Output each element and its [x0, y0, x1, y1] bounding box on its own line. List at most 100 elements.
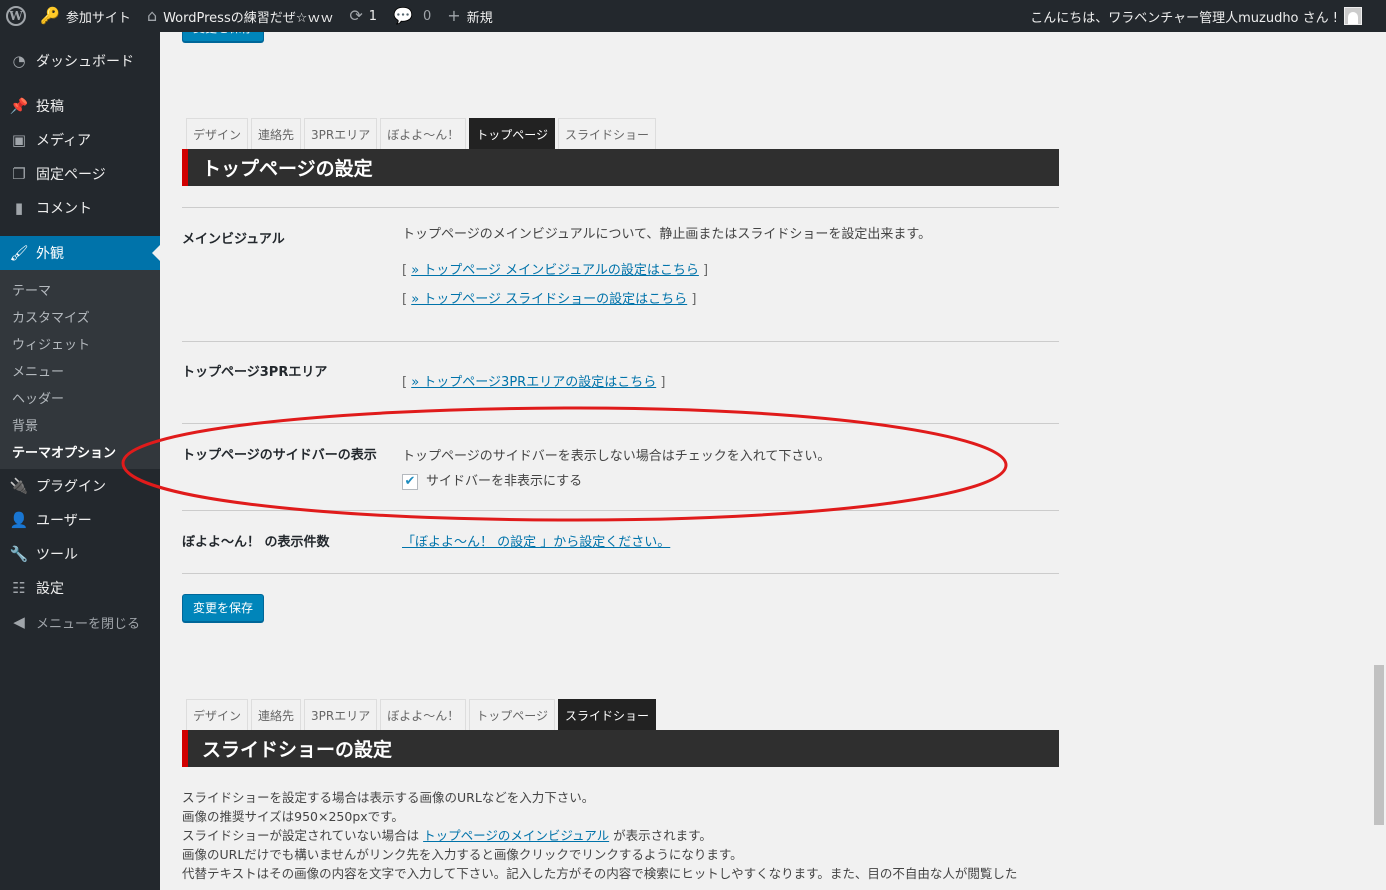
sites-key-icon: 🔑	[40, 6, 60, 25]
scrollbar-thumb[interactable]	[1374, 665, 1384, 825]
tab-design[interactable]: デザイン	[186, 699, 249, 730]
site-name-menu[interactable]: ⌂ WordPressの練習だぜ☆ｗｗ	[139, 0, 341, 32]
sidebar-item-label: プラグイン	[36, 479, 106, 495]
tab-slideshow[interactable]: スライドショー	[558, 699, 657, 730]
wordpress-logo-menu[interactable]: W	[0, 0, 32, 32]
sidebar-item-posts[interactable]: 📌 投稿	[0, 89, 160, 123]
pr-area-link-line: [ » トップページ3PRエリアの設定はこちら ]	[402, 375, 666, 390]
submenu-item-themes[interactable]: テーマ	[0, 276, 160, 303]
my-sites-label: 参加サイト	[65, 10, 131, 26]
tab-boyoyon[interactable]: ぼよよ～ん！	[380, 118, 467, 149]
hide-sidebar-checkbox-label[interactable]: サイドバーを非表示にする	[426, 471, 582, 493]
tab-design[interactable]: デザイン	[186, 118, 249, 149]
wrench-icon: 🔧	[9, 545, 29, 563]
row-body-main-visual: トップページのメインビジュアルについて、静止画またはスライドショーを設定出来ます…	[402, 224, 1052, 311]
save-changes-button[interactable]: 変更を保存	[182, 594, 265, 622]
section-title-top-page: トップページの設定	[182, 149, 1059, 186]
sidebar-item-label: コメント	[36, 201, 92, 217]
sidebar-item-comments[interactable]: ▮ コメント	[0, 191, 160, 225]
tab-3pr-area[interactable]: 3PRエリア	[304, 699, 378, 730]
row-body-3pr-area: [ » トップページ3PRエリアの設定はこちら ]	[402, 372, 1052, 394]
updates-menu[interactable]: ⟳ 1	[341, 0, 385, 32]
main-visual-link-line-1: [ » トップページ メインビジュアルの設定はこちら ]	[402, 263, 709, 278]
new-content-menu[interactable]: + 新規	[439, 0, 500, 32]
sidebar-item-pages[interactable]: ❐ 固定ページ	[0, 157, 160, 191]
row-sidebar-display: トップページのサイドバーの表示 トップページのサイドバーを表示しない場合はチェッ…	[182, 423, 1059, 510]
my-sites-menu[interactable]: 🔑 参加サイト	[32, 0, 139, 32]
plugin-icon: 🔌	[9, 477, 29, 495]
page-scrollbar[interactable]	[1372, 32, 1386, 890]
new-label: 新規	[466, 10, 493, 26]
appearance-submenu: テーマ カスタマイズ ウィジェット メニュー ヘッダー 背景 テーマオプション	[0, 270, 160, 469]
main-visual-settings-link[interactable]: » トップページ メインビジュアルの設定はこちら	[411, 263, 699, 278]
pushpin-icon: 📌	[9, 97, 29, 115]
boyoyon-settings-link[interactable]: 「ぼよよ～ん！ の設定 」から設定ください。	[402, 535, 670, 550]
sidebar-item-settings[interactable]: ☷ 設定	[0, 571, 160, 605]
sidebar-item-label: 固定ページ	[36, 167, 106, 183]
my-account-menu[interactable]: こんにちは、ワラベンチャー管理人muzudho さん !	[1022, 0, 1386, 32]
row-body-boyoyon-count: 「ぼよよ～ん！ の設定 」から設定ください。	[402, 532, 1052, 554]
options-tabs-bottom: デザイン 連絡先 3PRエリア ぼよよ～ん！ トップページ スライドショー	[186, 699, 657, 730]
tab-contact[interactable]: 連絡先	[251, 118, 302, 149]
sidebar-item-tools[interactable]: 🔧 ツール	[0, 537, 160, 571]
tab-3pr-area[interactable]: 3PRエリア	[304, 118, 378, 149]
comment-bubble-icon: 💬	[393, 6, 413, 25]
submenu-item-customize[interactable]: カスタマイズ	[0, 303, 160, 330]
main-visual-link-line-2: [ » トップページ スライドショーの設定はこちら ]	[402, 292, 697, 307]
submenu-item-theme-options[interactable]: テーマオプション	[0, 438, 160, 465]
admin-bar: W 🔑 参加サイト ⌂ WordPressの練習だぜ☆ｗｗ ⟳ 1 💬 0 + …	[0, 0, 1386, 32]
slideshow-settings-link[interactable]: » トップページ スライドショーの設定はこちら	[411, 292, 687, 307]
tab-top-page[interactable]: トップページ	[469, 699, 556, 730]
home-icon: ⌂	[146, 6, 158, 25]
submenu-item-menus[interactable]: メニュー	[0, 357, 160, 384]
slideshow-description: スライドショーを設定する場合は表示する画像のURLなどを入力下さい。 画像の推奨…	[182, 788, 1059, 883]
row-main-visual: メインビジュアル トップページのメインビジュアルについて、静止画またはスライドシ…	[182, 207, 1059, 341]
avatar	[1344, 7, 1362, 25]
sidebar-display-description: トップページのサイドバーを表示しない場合はチェックを入れて下さい。	[402, 449, 831, 464]
slideshow-desc-line: 画像のURLだけでも構いませんがリンク先を入力すると画像クリックでリンクするよう…	[182, 847, 743, 862]
sidebar-item-label: 外観	[36, 246, 64, 262]
row-boyoyon-count: ぼよよ～ん！ の表示件数 「ぼよよ～ん！ の設定 」から設定ください。	[182, 510, 1059, 574]
hide-sidebar-checkbox-wrap[interactable]: ✔ サイドバーを非表示にする	[402, 471, 582, 493]
sidebar-item-label: メディア	[36, 133, 92, 149]
tab-slideshow[interactable]: スライドショー	[558, 118, 657, 149]
admin-sidebar: ◔ ダッシュボード 📌 投稿 ▣ メディア ❐ 固定ページ ▮ コメント 🖌 外…	[0, 32, 160, 890]
sidebar-item-label: ユーザー	[36, 513, 92, 529]
comments-menu[interactable]: 💬 0	[385, 0, 439, 32]
sidebar-item-plugins[interactable]: 🔌 プラグイン	[0, 469, 160, 503]
collapse-menu-label: メニューを閉じる	[36, 616, 141, 632]
plus-icon: +	[447, 6, 461, 25]
tab-contact[interactable]: 連絡先	[251, 699, 302, 730]
sidebar-item-users[interactable]: 👤 ユーザー	[0, 503, 160, 537]
submenu-item-widgets[interactable]: ウィジェット	[0, 330, 160, 357]
slideshow-desc-line: スライドショーを設定する場合は表示する画像のURLなどを入力下さい。	[182, 790, 595, 805]
site-name-label: WordPressの練習だぜ☆ｗｗ	[163, 10, 334, 26]
tab-top-page[interactable]: トップページ	[469, 118, 556, 149]
collapse-menu-button[interactable]: ◀ メニューを閉じる	[0, 605, 160, 639]
tab-boyoyon[interactable]: ぼよよ～ん！	[380, 699, 467, 730]
comment-icon: ▮	[14, 199, 24, 217]
row-3pr-area: トップページ3PRエリア [ » トップページ3PRエリアの設定はこちら ]	[182, 341, 1059, 423]
save-changes-button-top[interactable]: 変更を保存	[182, 32, 265, 42]
hide-sidebar-checkbox[interactable]: ✔	[402, 474, 418, 490]
dashboard-gauge-icon: ◔	[12, 52, 26, 70]
paintbrush-icon: 🖌	[9, 244, 29, 262]
submenu-item-header[interactable]: ヘッダー	[0, 384, 160, 411]
sidebar-item-media[interactable]: ▣ メディア	[0, 123, 160, 157]
main-visual-description: トップページのメインビジュアルについて、静止画またはスライドショーを設定出来ます…	[402, 227, 932, 242]
sidebar-item-label: ツール	[36, 547, 78, 563]
sidebar-item-appearance[interactable]: 🖌 外観	[0, 236, 160, 270]
row-label-boyoyon-count: ぼよよ～ん！ の表示件数	[182, 535, 330, 550]
top-page-main-visual-link[interactable]: トップページのメインビジュアル	[423, 828, 609, 843]
section-title-slideshow: スライドショーの設定	[182, 730, 1059, 767]
submenu-item-background[interactable]: 背景	[0, 411, 160, 438]
slideshow-desc-line: 画像の推奨サイズは950×250pxです。	[182, 809, 404, 824]
wordpress-icon: W	[6, 6, 26, 26]
slideshow-desc-line: スライドショーが設定されていない場合は トップページのメインビジュアル が表示さ…	[182, 828, 712, 843]
sidebar-item-dashboard[interactable]: ◔ ダッシュボード	[0, 44, 160, 78]
row-label-3pr-area: トップページ3PRエリア	[182, 365, 328, 380]
pr-area-settings-link[interactable]: » トップページ3PRエリアの設定はこちら	[411, 375, 656, 390]
sidebar-item-label: 設定	[36, 581, 64, 597]
collapse-arrow-icon: ◀	[13, 613, 25, 631]
updates-icon: ⟳	[349, 6, 363, 25]
